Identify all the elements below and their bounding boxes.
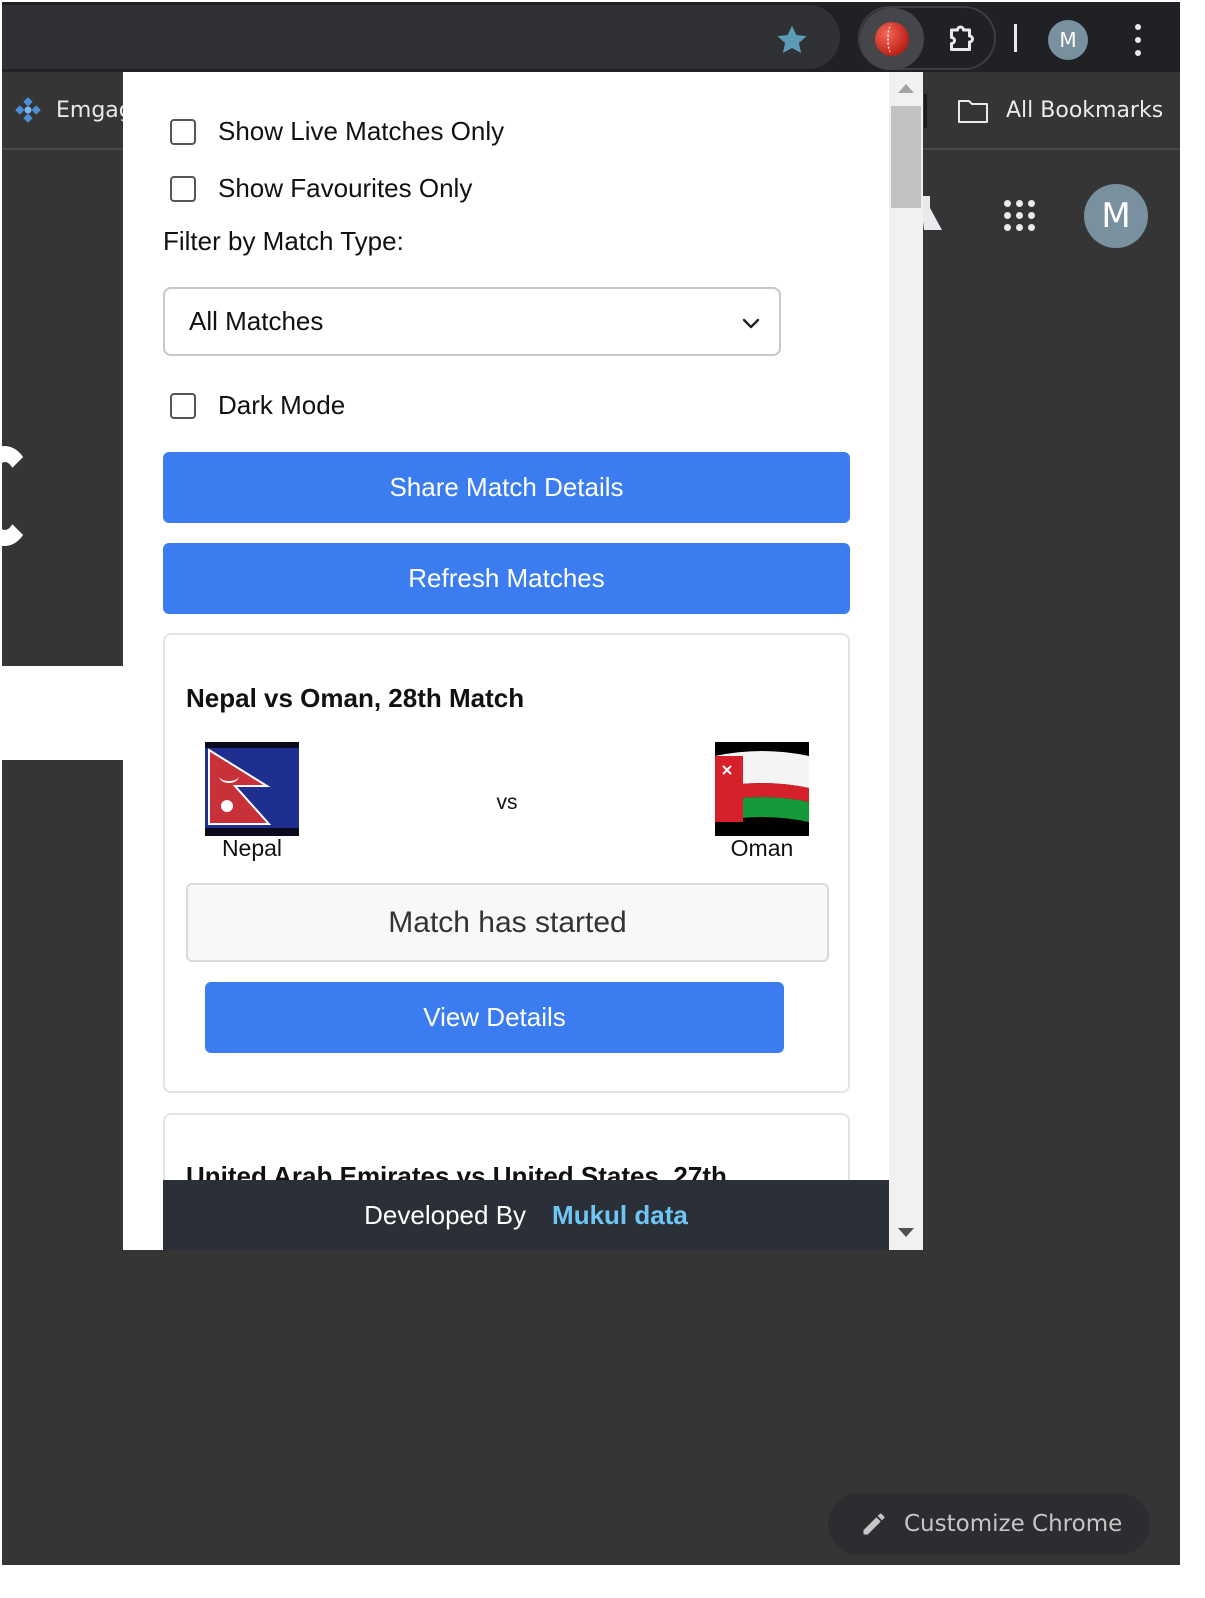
favourites-only-checkbox[interactable]: [170, 175, 196, 202]
view-details-button[interactable]: View Details: [205, 982, 784, 1053]
google-account-avatar[interactable]: M: [1084, 184, 1148, 248]
popup-scrollbar[interactable]: [889, 72, 923, 1250]
developer-link[interactable]: Mukul data: [552, 1200, 688, 1231]
address-bar[interactable]: [2, 5, 840, 69]
match-status: Match has started: [186, 883, 829, 962]
search-box-fragment[interactable]: [2, 666, 132, 760]
puzzle-icon[interactable]: [944, 21, 980, 57]
pencil-icon: [863, 1513, 885, 1535]
match-card: Nepal vs Oman, 28th Match Nepal vs Oman …: [163, 633, 850, 1093]
customize-chrome-label: Customize Chrome: [904, 1511, 1123, 1537]
chevron-down-icon: [742, 318, 760, 329]
favourites-only-label: Show Favourites Only: [218, 173, 473, 203]
refresh-matches-button[interactable]: Refresh Matches: [163, 543, 850, 614]
share-match-details-button[interactable]: Share Match Details: [163, 452, 850, 523]
bookmark-item-label[interactable]: Emgag: [56, 98, 133, 123]
toolbar-divider: [1014, 24, 1017, 52]
all-bookmarks-link[interactable]: All Bookmarks: [1006, 98, 1163, 123]
apps-grid-icon[interactable]: [1002, 198, 1038, 234]
profile-avatar[interactable]: M: [1048, 20, 1088, 60]
popup-footer: Developed By Mukul data: [163, 1180, 889, 1250]
live-only-checkbox[interactable]: [170, 118, 196, 145]
star-icon[interactable]: [774, 22, 810, 58]
nepal-flag-image: [205, 742, 299, 836]
scroll-down-arrow-icon[interactable]: [898, 1228, 914, 1237]
emgage-icon: [15, 97, 41, 123]
footer-prefix: Developed By: [364, 1199, 527, 1230]
extension-popup: Show Live Matches Only Show Favourites O…: [123, 72, 923, 1250]
folder-icon[interactable]: [957, 98, 989, 124]
dark-mode-label: Dark Mode: [218, 390, 346, 420]
oman-flag-image: [715, 742, 809, 836]
popup-content: Show Live Matches Only Show Favourites O…: [123, 72, 889, 1250]
match-type-value: All Matches: [189, 306, 324, 336]
match-type-label: Filter by Match Type:: [163, 226, 404, 256]
google-logo-fragment: [2, 446, 36, 556]
scroll-up-arrow-icon[interactable]: [898, 84, 914, 93]
cricket-ball-icon[interactable]: [860, 8, 924, 70]
match-type-select[interactable]: All Matches: [163, 287, 781, 356]
scroll-thumb[interactable]: [891, 106, 921, 208]
team1-name: Nepal: [221, 835, 283, 861]
live-only-row[interactable]: Show Live Matches Only: [170, 116, 504, 147]
match-title: Nepal vs Oman, 28th Match: [186, 683, 525, 713]
menu-icon[interactable]: [1128, 20, 1148, 60]
bookmarks-separator: [924, 94, 927, 128]
live-only-label: Show Live Matches Only: [218, 116, 505, 146]
browser-toolbar: M: [2, 2, 1180, 72]
dark-mode-checkbox[interactable]: [170, 392, 196, 419]
customize-chrome-button[interactable]: Customize Chrome: [828, 1493, 1150, 1555]
favourites-only-row[interactable]: Show Favourites Only: [170, 173, 472, 204]
dark-mode-row[interactable]: Dark Mode: [170, 390, 345, 421]
team2-name: Oman: [730, 835, 794, 861]
